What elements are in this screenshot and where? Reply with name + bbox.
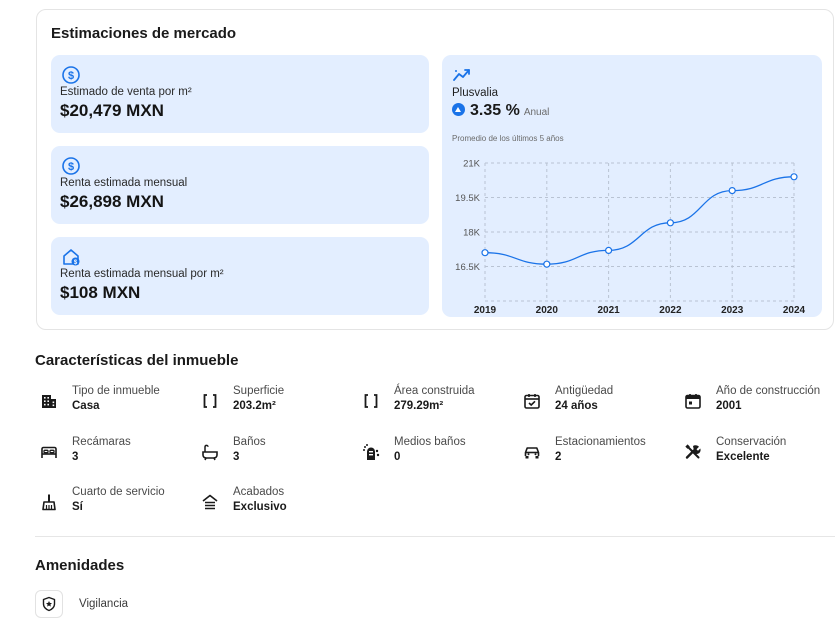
series-line — [484, 176, 795, 265]
feature-label: Área construida — [394, 385, 475, 397]
feature-label: Superficie — [233, 385, 285, 397]
broom-icon — [35, 488, 63, 516]
x-tick-label: 2020 — [536, 305, 559, 316]
feature-value: 3 — [72, 451, 79, 463]
feature-value: 3 — [233, 451, 240, 463]
feature-value: Sí — [72, 501, 83, 513]
brackets-icon — [357, 387, 385, 415]
dollar-circle-icon: $ — [62, 66, 80, 84]
amenity-label: Vigilancia — [79, 598, 129, 610]
data-point — [790, 173, 798, 181]
data-point — [481, 249, 489, 257]
y-tick-label: 19.5K — [455, 193, 480, 204]
feature-label: Acabados — [233, 486, 285, 498]
feature-value: Casa — [72, 400, 100, 412]
monthly-rent-card: $ Renta estimada mensual $26,898 MXN — [51, 146, 429, 224]
monthly-rent-per-m2-value: $108 MXN — [60, 283, 141, 302]
data-point — [728, 187, 736, 195]
monthly-rent-label: Renta estimada mensual — [60, 177, 188, 189]
feature-label: Año de construcción — [716, 385, 821, 397]
feature-label: Tipo de inmueble — [72, 385, 160, 397]
data-point — [605, 246, 613, 254]
sale-per-m2-value: $20,479 MXN — [60, 101, 164, 120]
feature-value: 279.29m² — [394, 400, 444, 412]
tools-icon — [679, 438, 707, 466]
section-divider — [35, 536, 835, 537]
features-title: Características del inmueble — [35, 352, 239, 369]
brackets-icon — [196, 387, 224, 415]
market-estimates-card: Estimaciones de mercado $ Estimado de ve… — [36, 9, 834, 330]
amenities-title: Amenidades — [35, 557, 125, 574]
feature-value: 2001 — [716, 400, 742, 412]
plusvalia-card: Plusvalia 3.35 % Anual Promedio de los ú… — [442, 55, 822, 317]
feature-item: Acabados Exclusivo — [196, 484, 356, 520]
feature-item: Antigüedad 24 años — [518, 383, 678, 419]
shower-icon — [357, 438, 385, 466]
feature-label: Medios baños — [394, 436, 466, 448]
market-title: Estimaciones de mercado — [51, 25, 237, 42]
feature-item: Año de construcción 2001 — [679, 383, 839, 419]
sale-per-m2-label: Estimado de venta por m² — [60, 86, 192, 98]
calendar-check-icon — [518, 387, 546, 415]
monthly-rent-per-m2-card: $ Renta estimada mensual por m² $108 MXN — [51, 237, 429, 315]
feature-value: 0 — [394, 451, 401, 463]
svg-text:$: $ — [68, 161, 74, 173]
x-tick-label: 2022 — [659, 305, 682, 316]
feature-label: Cuarto de servicio — [72, 486, 165, 498]
calendar-icon — [679, 387, 707, 415]
car-icon — [518, 438, 546, 466]
monthly-rent-per-m2-label: Renta estimada mensual por m² — [60, 268, 224, 280]
x-tick-label: 2021 — [597, 305, 620, 316]
feature-label: Recámaras — [72, 436, 131, 448]
sale-per-m2-card: $ Estimado de venta por m² $20,479 MXN — [51, 55, 429, 133]
data-point — [543, 260, 551, 268]
house-floor-icon — [196, 488, 224, 516]
shield-star-icon — [35, 590, 63, 618]
feature-value: 203.2m² — [233, 400, 276, 412]
feature-item: Baños 3 — [196, 434, 356, 470]
feature-label: Antigüedad — [555, 385, 614, 397]
feature-item: Recámaras 3 — [35, 434, 195, 470]
feature-label: Baños — [233, 436, 266, 448]
plusvalia-line-chart: 21K 19.5K 18K 16.5K 2019 2020 2021 2022 2023 2024 — [455, 159, 806, 317]
feature-label: Estacionamientos — [555, 436, 646, 448]
feature-value: Excelente — [716, 451, 770, 463]
feature-item: Cuarto de servicio Sí — [35, 484, 195, 520]
x-tick-label: 2019 — [474, 305, 497, 316]
bathtub-icon — [196, 438, 224, 466]
y-tick-label: 16.5K — [455, 262, 480, 273]
house-dollar-icon: $ — [63, 249, 80, 266]
feature-item: Área construida 279.29m² — [357, 383, 517, 419]
feature-item: Medios baños 0 — [357, 434, 517, 470]
feature-item: Superficie 203.2m² — [196, 383, 356, 419]
feature-item: Conservación Excelente — [679, 434, 839, 470]
svg-text:$: $ — [68, 70, 74, 82]
feature-value: 24 años — [555, 400, 598, 412]
x-tick-label: 2024 — [783, 305, 806, 316]
feature-item: Estacionamientos 2 — [518, 434, 678, 470]
y-tick-label: 18K — [463, 228, 481, 239]
data-point — [666, 219, 674, 227]
x-tick-label: 2023 — [721, 305, 744, 316]
dollar-circle-icon: $ — [62, 157, 80, 175]
feature-label: Conservación — [716, 436, 787, 448]
feature-item: Tipo de inmueble Casa — [35, 383, 195, 419]
building-icon — [35, 387, 63, 415]
feature-value: Exclusivo — [233, 501, 287, 513]
bed-icon — [35, 438, 63, 466]
monthly-rent-value: $26,898 MXN — [60, 192, 164, 211]
y-tick-label: 21K — [463, 159, 481, 170]
feature-value: 2 — [555, 451, 562, 463]
